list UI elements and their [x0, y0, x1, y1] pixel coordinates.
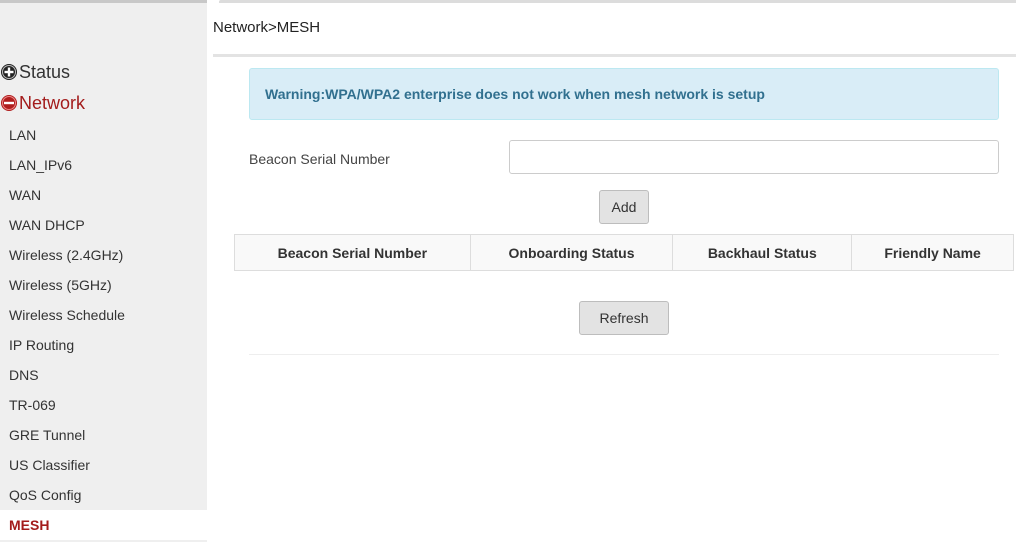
sidebar-item-wireless-5ghz[interactable]: Wireless (5GHz): [0, 270, 207, 300]
breadcrumb: Network>MESH: [213, 19, 321, 36]
breadcrumb-divider: [213, 54, 1016, 57]
mesh-beacon-table: Beacon Serial Number Onboarding Status B…: [234, 234, 1014, 271]
sidebar-item-qos-config[interactable]: QoS Config: [0, 480, 207, 510]
column-header-friendly-name: Friendly Name: [851, 234, 1014, 271]
sidebar-section-status-label: Status: [19, 61, 71, 82]
sidebar-section-network-label: Network: [19, 92, 86, 113]
sidebar-item-wan[interactable]: WAN: [0, 180, 207, 210]
column-header-onboarding-status: Onboarding Status: [469, 234, 674, 271]
beacon-serial-label: Beacon Serial Number: [249, 151, 390, 167]
sidebar-item-wireless-24ghz[interactable]: Wireless (2.4GHz): [0, 240, 207, 270]
beacon-serial-input[interactable]: [509, 140, 999, 174]
sidebar-item-gre-tunnel[interactable]: GRE Tunnel: [0, 420, 207, 450]
sidebar-item-lan-ipv6[interactable]: LAN_IPv6: [0, 150, 207, 180]
sidebar-item-tr069[interactable]: TR-069: [0, 390, 207, 420]
column-header-beacon-serial: Beacon Serial Number: [234, 234, 471, 271]
sidebar-section-status[interactable]: Status: [0, 60, 70, 84]
warning-text: Warning:WPA/WPA2 enterprise does not wor…: [265, 86, 765, 102]
top-border: [219, 0, 1016, 3]
add-button[interactable]: Add: [599, 190, 649, 224]
sidebar-section-network[interactable]: Network: [0, 91, 85, 115]
sidebar-top-divider: [0, 0, 207, 3]
table-header-row: Beacon Serial Number Onboarding Status B…: [234, 234, 1014, 271]
sidebar-item-wan-dhcp[interactable]: WAN DHCP: [0, 210, 207, 240]
sidebar-item-mesh[interactable]: MESH: [0, 510, 207, 540]
sidebar-item-ip-routing[interactable]: IP Routing: [0, 330, 207, 360]
refresh-button[interactable]: Refresh: [579, 301, 669, 335]
sidebar-item-us-classifier[interactable]: US Classifier: [0, 450, 207, 480]
sidebar-item-wireless-schedule[interactable]: Wireless Schedule: [0, 300, 207, 330]
sidebar: Status Network LAN LAN_IPv6 WAN WAN DHCP…: [0, 0, 207, 542]
content-divider: [249, 354, 999, 355]
sidebar-item-lan[interactable]: LAN: [0, 120, 207, 150]
minus-circle-icon: [1, 95, 17, 111]
plus-circle-icon: [1, 64, 17, 80]
sidebar-item-dns[interactable]: DNS: [0, 360, 207, 390]
column-header-backhaul-status: Backhaul Status: [672, 234, 853, 271]
sidebar-nav-list: LAN LAN_IPv6 WAN WAN DHCP Wireless (2.4G…: [0, 120, 207, 540]
warning-alert: Warning:WPA/WPA2 enterprise does not wor…: [249, 68, 999, 120]
